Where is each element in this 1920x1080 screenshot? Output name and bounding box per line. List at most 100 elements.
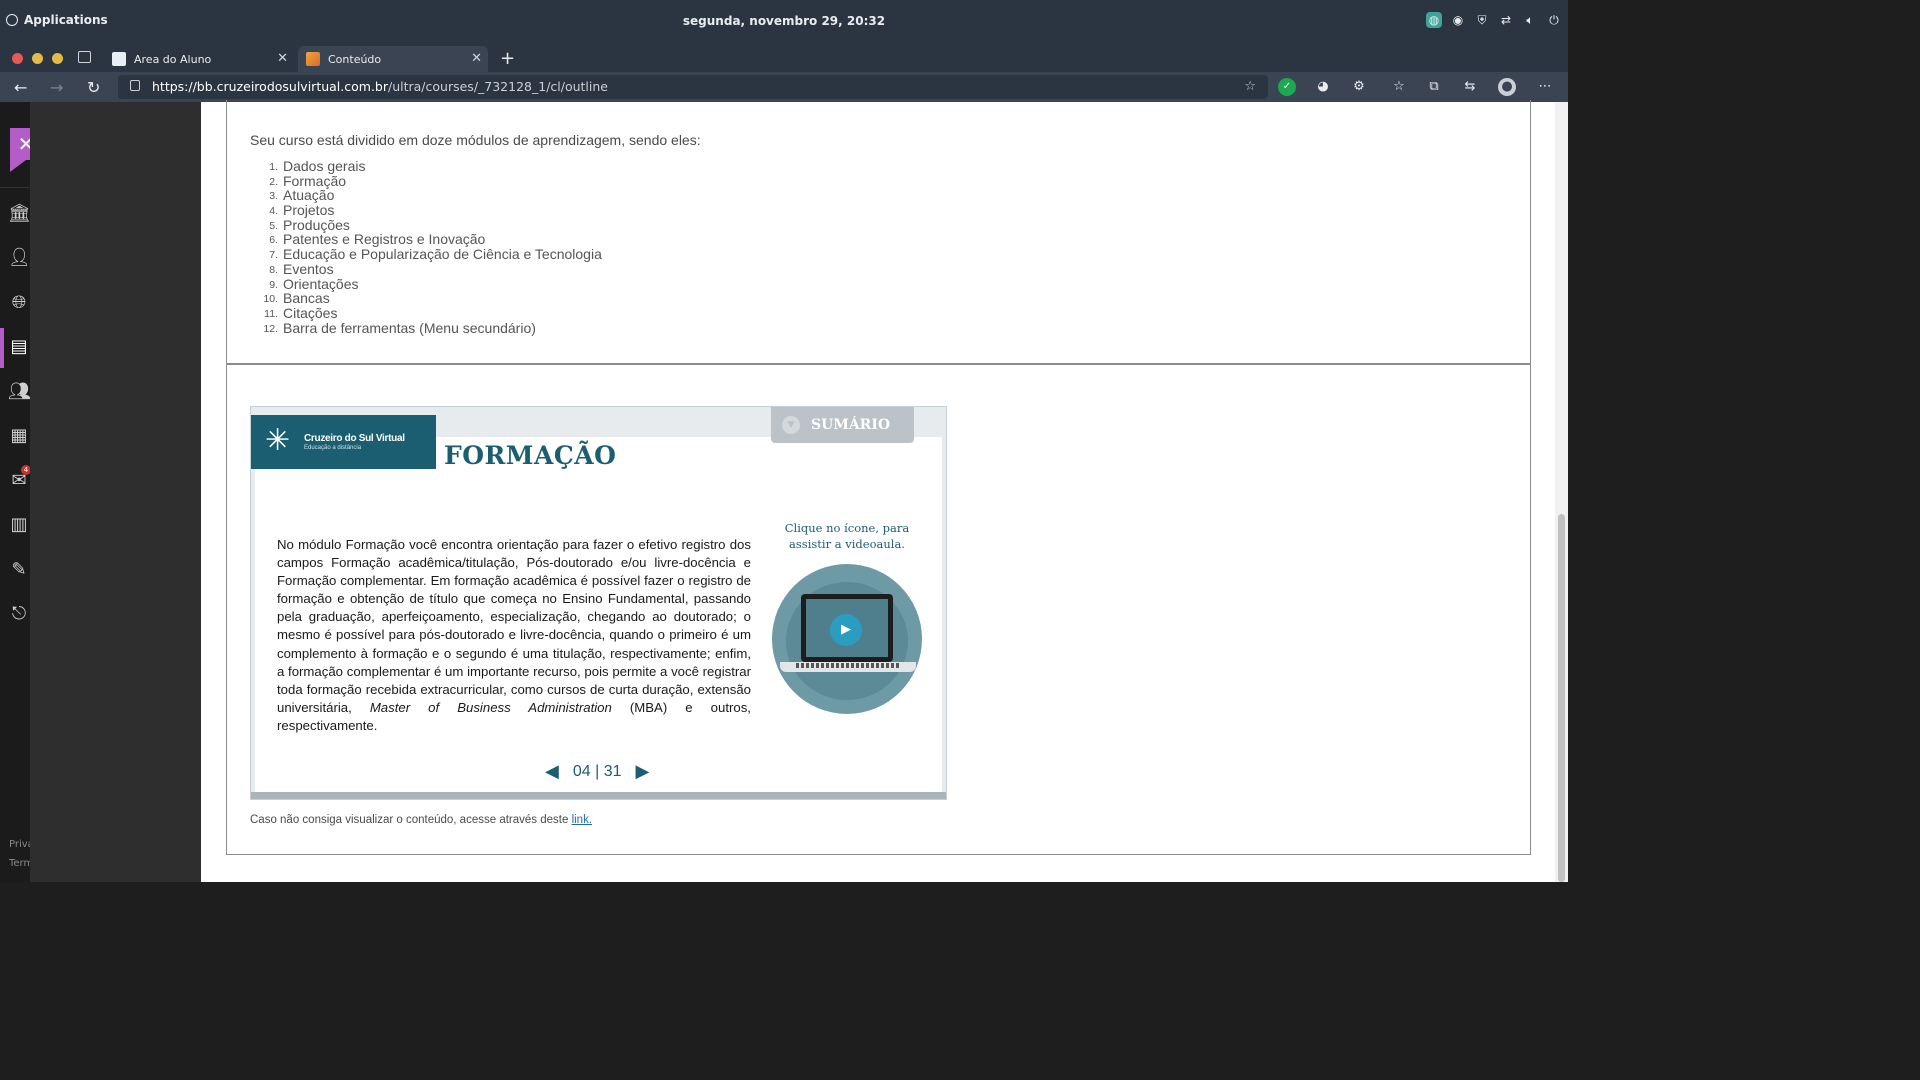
courses-icon[interactable]: ▤ (8, 336, 30, 358)
module-label: Educação e Popularização de Ciência e Te… (283, 246, 602, 263)
profile-avatar-icon[interactable]: ● (1498, 78, 1516, 96)
next-slide-button[interactable]: ▶ (636, 761, 650, 782)
groups-icon[interactable]: 👥︎ (8, 381, 31, 403)
forward-button[interactable]: → (50, 78, 63, 97)
tab-area-do-aluno[interactable]: Area do Aluno ✕ (104, 46, 294, 72)
share-icon[interactable]: ⇆ (1461, 78, 1479, 96)
page-indicator: 04 | 31 (573, 763, 622, 781)
minimize-window-button[interactable] (32, 53, 43, 64)
slide-pager: ◀ 04 | 31 ▶ (545, 761, 649, 782)
close-tail (10, 160, 26, 172)
module-item: 2. Formação (250, 172, 602, 189)
module-number: 1. (269, 161, 278, 173)
prev-slide-button[interactable]: ◀ (545, 761, 559, 782)
active-indicator (0, 328, 4, 368)
module-label: Eventos (283, 260, 334, 277)
module-item: 12. Barra de ferramentas (Menu secundário… (250, 319, 602, 336)
module-item: 10. Bancas (250, 291, 602, 306)
module-label: Produções (283, 216, 350, 233)
page-scrollbar[interactable] (1555, 102, 1568, 882)
back-button[interactable]: ← (14, 78, 27, 97)
favorite-star-icon[interactable]: ☆ (1244, 75, 1256, 99)
fallback-text: Caso não consiga visualizar o conteúdo, … (250, 814, 572, 826)
logo-band-edge (411, 415, 436, 469)
module-item: 1. Dados gerais (250, 159, 602, 174)
page-current: 04 (572, 762, 591, 780)
module-item: 9. Orientações (250, 275, 602, 292)
volume-icon[interactable]: 🔈︎ (1522, 12, 1538, 28)
collections-icon[interactable]: ⧉ (1425, 78, 1443, 96)
slide-text-italic: Master of Business Administration (369, 699, 612, 715)
maximize-window-button[interactable] (52, 53, 63, 64)
sumario-button[interactable]: ▼ SUMÁRIO (771, 407, 914, 443)
shield-icon[interactable]: ⛨ (1474, 12, 1490, 28)
module-number: 6. (269, 234, 278, 247)
module-item: 3. Atuação (250, 188, 602, 203)
slide-bottom-bar (251, 792, 946, 799)
institution-icon[interactable]: 🏛︎ (8, 203, 31, 225)
module-label: Barra de ferramentas (Menu secundário) (283, 319, 536, 336)
scrollbar-thumb[interactable] (1558, 514, 1565, 882)
module-number: 11. (264, 307, 278, 320)
module-number: 3. (269, 190, 278, 203)
dimmed-panel (30, 102, 201, 882)
slide-title: FORMAÇÃO (444, 441, 617, 470)
close-tab-icon[interactable]: ✕ (277, 51, 288, 66)
module-item: 5. Produções (250, 216, 602, 233)
extension-check-icon[interactable]: ✓ (1278, 78, 1296, 96)
module-item: 11. Citações (250, 306, 602, 321)
module-label: Orientações (283, 275, 359, 292)
address-bar[interactable]: https://bb.cruzeirodosulvirtual.com.br/u… (118, 75, 1268, 99)
module-label: Atuação (283, 187, 335, 204)
logout-icon[interactable]: ⎋ (8, 603, 30, 625)
favicon-icon (306, 52, 320, 66)
globe-icon[interactable]: 🌐︎ (8, 292, 30, 314)
reload-button[interactable]: ↻ (87, 78, 100, 97)
extensions-puzzle-icon[interactable]: ⚙ (1350, 78, 1368, 96)
tab-list-icon[interactable] (78, 51, 91, 63)
tab-conteudo[interactable]: Conteúdo ✕ (298, 46, 488, 72)
more-menu-icon[interactable]: ⋯ (1536, 78, 1554, 96)
chevron-down-icon: ▼ (782, 416, 800, 434)
favorites-icon[interactable]: ☆ (1390, 78, 1408, 96)
module-label: Citações (283, 304, 338, 321)
module-number: 12. (263, 322, 278, 335)
video-lesson-button[interactable]: ▶ (772, 564, 922, 714)
module-item: 8. Eventos (250, 260, 602, 277)
close-window-button[interactable] (12, 53, 23, 64)
lock-icon[interactable] (130, 80, 140, 91)
module-number: 7. (269, 249, 278, 262)
page-separator: | (595, 762, 600, 780)
slide-text: No módulo Formação você encontra orienta… (277, 536, 751, 735)
extension-color-icon[interactable]: ◕ (1314, 78, 1332, 96)
module-label: Dados gerais (283, 158, 366, 174)
url-host: https://bb.cruzeirodosulvirtual.com.br (152, 79, 388, 94)
module-label: Formação (283, 172, 347, 189)
slide-frame: ✳ Cruzeiro do Sul Virtual Educação a dis… (250, 406, 947, 800)
system-top-bar: Applications segunda, novembro 29, 20:32… (0, 0, 1568, 44)
module-number: 9. (269, 278, 278, 291)
power-icon[interactable]: ⏻ (1546, 12, 1562, 28)
profile-icon[interactable]: 👤︎ (8, 247, 31, 269)
new-tab-button[interactable]: + (500, 48, 515, 69)
calendar-icon[interactable]: ▦ (8, 425, 30, 447)
module-label: Patentes e Registros e Inovação (283, 231, 486, 248)
intro-text: Seu curso está dividido em doze módulos … (250, 132, 701, 148)
system-tray: ◍ ◉ ⛨ ⇄ 🔈︎ ⏻ (1426, 12, 1562, 28)
network-icon[interactable]: ⇄ (1498, 12, 1514, 28)
system-clock[interactable]: segunda, novembro 29, 20:32 (0, 14, 1568, 28)
page-total: 31 (603, 762, 622, 780)
module-item: 4. Projetos (250, 203, 602, 218)
discord-icon[interactable]: ◉ (1450, 12, 1466, 28)
browser-icon[interactable]: ◍ (1426, 12, 1442, 28)
course-app-sidebar: ✕ 🏛︎ 👤︎ 🌐︎ ▤ 👥︎ ▦ ✉︎ 4 ▥ ✎ ⎋ Priva Term (0, 102, 42, 882)
tools-edit-icon[interactable]: ✎ (8, 559, 30, 581)
grades-icon[interactable]: ▥ (8, 514, 30, 536)
logo-name: Cruzeiro do Sul Virtual (304, 433, 405, 444)
close-tab-icon[interactable]: ✕ (471, 51, 482, 66)
fallback-note: Caso não consiga visualizar o conteúdo, … (250, 814, 592, 826)
logo-subtitle: Educação a distância (304, 445, 362, 451)
fallback-link[interactable]: link. (572, 814, 592, 826)
module-number: 8. (269, 263, 278, 276)
module-item: 7. Educação e Popularização de Ciência e … (250, 247, 602, 262)
